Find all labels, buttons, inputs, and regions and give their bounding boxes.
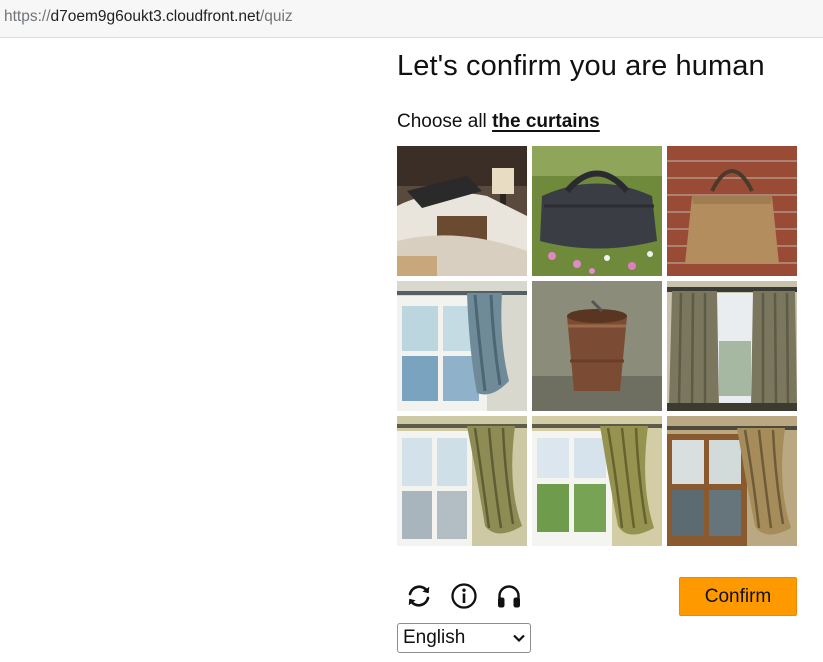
captcha-tile-6[interactable] <box>667 281 797 411</box>
tote-bag-image <box>667 146 797 276</box>
url-path: /quiz <box>259 8 293 25</box>
info-icon[interactable] <box>448 580 480 612</box>
headphones-icon[interactable] <box>493 580 525 612</box>
captcha-title: Let's confirm you are human <box>397 50 765 82</box>
captcha-tile-3[interactable] <box>667 146 797 276</box>
captcha-instruction: Choose all the curtains <box>397 111 600 133</box>
captcha-tile-2[interactable] <box>532 146 662 276</box>
address-bar[interactable]: https://d7oem9g6oukt3.cloudfront.net/qui… <box>0 0 823 38</box>
captcha-tile-9[interactable] <box>667 416 797 546</box>
chevron-down-icon <box>508 633 530 643</box>
captcha-tile-7[interactable] <box>397 416 527 546</box>
bed-image <box>397 146 527 276</box>
duffel-bag-image <box>532 146 662 276</box>
captcha-tile-1[interactable] <box>397 146 527 276</box>
curtain-image <box>532 416 662 546</box>
instruction-target: the curtains <box>492 111 600 132</box>
captcha-tile-4[interactable] <box>397 281 527 411</box>
confirm-button[interactable]: Confirm <box>679 577 797 616</box>
url-scheme: https:// <box>4 8 51 25</box>
bucket-image <box>532 281 662 411</box>
refresh-icon[interactable] <box>403 580 435 612</box>
url-host: d7oem9g6oukt3.cloudfront.net <box>50 8 260 25</box>
curtain-image <box>397 281 527 411</box>
language-select[interactable]: English <box>397 623 531 653</box>
language-select-value: English <box>403 627 466 648</box>
image-grid <box>397 146 797 546</box>
curtain-image <box>667 281 797 411</box>
captcha-controls <box>403 580 525 612</box>
instruction-prefix: Choose all <box>397 111 493 132</box>
curtain-image <box>397 416 527 546</box>
captcha-tile-5[interactable] <box>532 281 662 411</box>
captcha-tile-8[interactable] <box>532 416 662 546</box>
curtain-image <box>667 416 797 546</box>
